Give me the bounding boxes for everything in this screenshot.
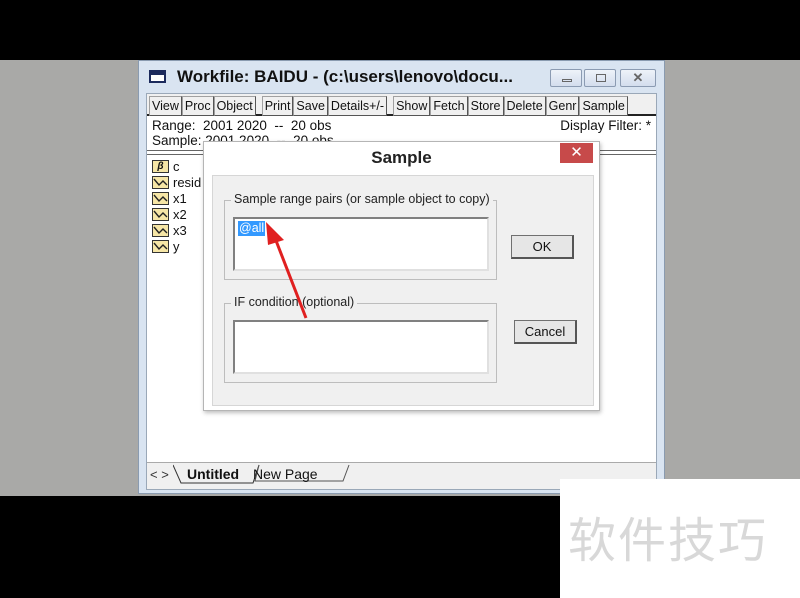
object-name: x3 — [173, 222, 187, 238]
object-item-x2[interactable]: x2 — [152, 206, 201, 222]
save-button[interactable]: Save — [293, 96, 328, 116]
toolbar: View Proc Object Print Save Details+/- S… — [147, 94, 656, 116]
if-condition-group: IF condition (optional) — [224, 295, 497, 383]
object-name: x2 — [173, 206, 187, 222]
if-condition-label: IF condition (optional) — [231, 295, 358, 309]
object-item-x3[interactable]: x3 — [152, 222, 201, 238]
coefficient-icon: β — [152, 159, 169, 173]
window-title: Workfile: BAIDU - (c:\users\lenovo\docu.… — [177, 67, 513, 86]
object-name: resid — [173, 174, 202, 190]
series-icon — [152, 191, 169, 205]
proc-button[interactable]: Proc — [181, 96, 214, 116]
delete-button[interactable]: Delete — [503, 96, 546, 116]
object-name: c — [173, 158, 180, 174]
object-item-resid[interactable]: resid — [152, 174, 201, 190]
show-button[interactable]: Show — [393, 96, 431, 116]
object-item-c[interactable]: β c — [152, 158, 201, 174]
store-button[interactable]: Store — [467, 96, 504, 116]
sample-range-label: Sample range pairs (or sample object to … — [231, 192, 493, 206]
minimize-icon — [551, 70, 581, 86]
sample-dialog: Sample ✕ Sample range pairs (or sample o… — [203, 141, 600, 411]
dialog-close-button[interactable]: ✕ — [560, 143, 593, 163]
display-filter[interactable]: Display Filter: * — [560, 118, 651, 133]
series-icon — [152, 223, 169, 237]
object-item-y[interactable]: y — [152, 238, 201, 254]
ok-button[interactable]: OK — [511, 235, 574, 259]
cancel-button[interactable]: Cancel — [514, 320, 577, 344]
details-button[interactable]: Details+/- — [327, 96, 388, 116]
title-bar[interactable]: Workfile: BAIDU - (c:\users\lenovo\docu.… — [139, 61, 664, 93]
object-name: x1 — [173, 190, 187, 206]
object-list: β c resid x1 x2 x3 y — [152, 158, 201, 254]
maximize-button[interactable] — [584, 69, 616, 87]
tab-scroll-arrows[interactable]: < > — [150, 467, 169, 482]
sample-button[interactable]: Sample — [579, 96, 628, 116]
close-icon: ✕ — [570, 144, 583, 161]
close-icon: ✕ — [632, 70, 644, 85]
sample-range-input[interactable]: @all — [233, 217, 489, 271]
view-button[interactable]: View — [149, 96, 182, 116]
workfile-icon — [149, 70, 166, 83]
series-icon — [152, 175, 169, 189]
object-name: y — [173, 238, 180, 254]
minimize-button[interactable] — [550, 69, 582, 87]
object-button[interactable]: Object — [213, 96, 256, 116]
watermark-text: 软件技巧 — [568, 513, 769, 569]
dialog-title: Sample — [371, 148, 432, 167]
object-item-x1[interactable]: x1 — [152, 190, 201, 206]
tab-untitled[interactable]: Untitled — [187, 466, 239, 482]
if-condition-input[interactable] — [233, 320, 489, 374]
sample-range-group: Sample range pairs (or sample object to … — [224, 192, 497, 280]
genr-button[interactable]: Genr — [545, 96, 580, 116]
series-icon — [152, 239, 169, 253]
print-button[interactable]: Print — [261, 96, 294, 116]
watermark-panel: 软件技巧 — [560, 479, 800, 598]
series-icon — [152, 207, 169, 221]
dialog-body: Sample range pairs (or sample object to … — [212, 175, 594, 406]
sample-range-value: @all — [238, 221, 266, 236]
close-button[interactable]: ✕ — [620, 69, 656, 87]
fetch-button[interactable]: Fetch — [430, 96, 468, 116]
restore-icon — [585, 70, 615, 86]
tab-new-page[interactable]: New Page — [253, 466, 318, 482]
